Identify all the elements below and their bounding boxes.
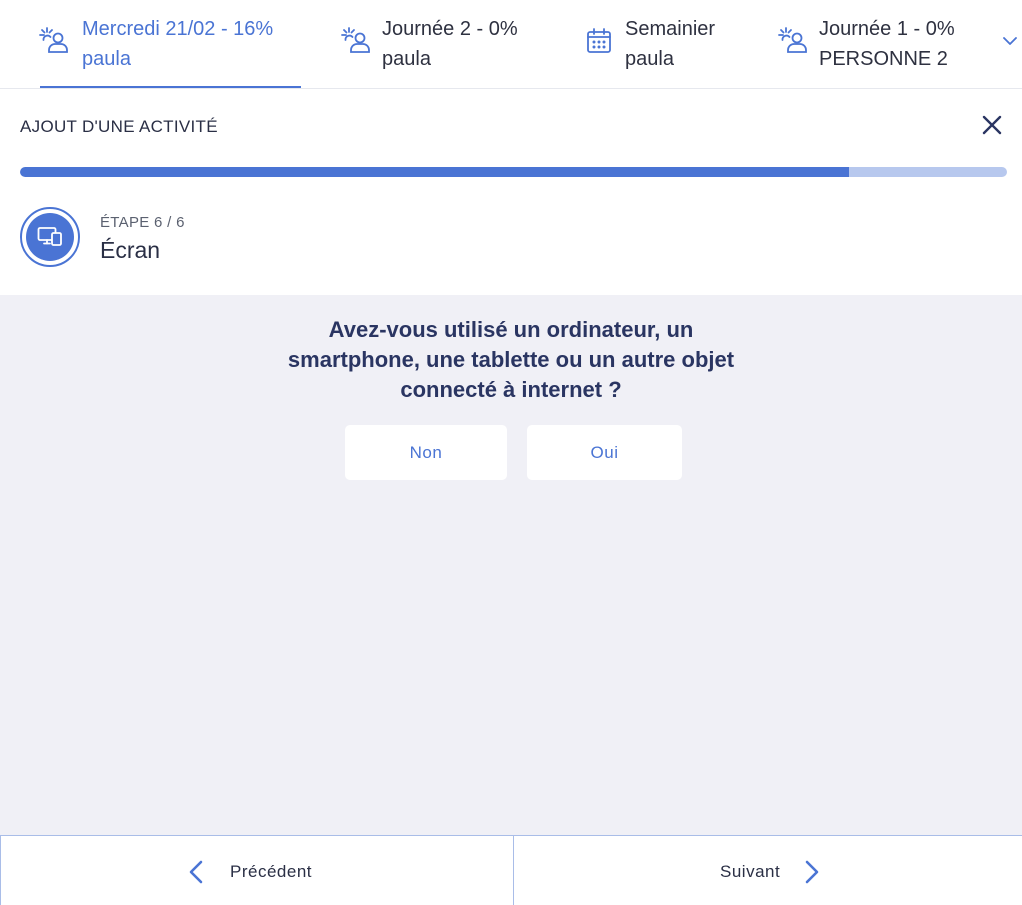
tab-semainier[interactable]: Semainier paula (563, 0, 763, 88)
tab-title: Journée 2 - 0% (382, 18, 518, 40)
step-label: ÉTAPE 6 / 6 (100, 214, 185, 231)
close-icon[interactable] (979, 112, 1005, 138)
question-text: Avez-vous utilisé un ordinateur, un smar… (287, 317, 735, 402)
person-sun-icon (341, 27, 370, 53)
tab-person: paula (625, 48, 674, 70)
step-badge (20, 207, 80, 267)
chevron-right-icon (805, 860, 819, 884)
calendar-icon (587, 28, 611, 53)
tab-person: paula (82, 48, 131, 70)
footer-nav: Précédent Suivant (0, 835, 1022, 905)
panel-title: AJOUT D'UNE ACTIVITÉ (20, 117, 218, 136)
tab-mercredi[interactable]: Mercredi 21/02 - 16% paula (20, 0, 301, 88)
chevron-down-icon[interactable] (999, 30, 1021, 52)
tab-title: Semainier (625, 18, 716, 40)
progress-bar (20, 167, 1007, 177)
next-label: Suivant (720, 862, 781, 881)
question-area: Avez-vous utilisé un ordinateur, un smar… (0, 295, 1022, 835)
tab-title: Journée 1 - 0% (819, 18, 955, 40)
progress-fill (20, 167, 850, 177)
previous-button[interactable]: Précédent (0, 836, 513, 905)
tab-journee-2[interactable]: Journée 2 - 0% paula (320, 0, 560, 88)
step-name: Écran (100, 237, 161, 263)
answer-non-button[interactable]: Non (345, 425, 507, 480)
person-sun-icon (39, 27, 68, 53)
tab-title: Mercredi 21/02 - 16% (82, 18, 274, 40)
tab-person: PERSONNE 2 (819, 48, 948, 70)
answer-oui-button[interactable]: Oui (527, 425, 682, 480)
person-sun-icon (778, 27, 807, 53)
next-button[interactable]: Suivant (514, 836, 1022, 905)
tab-journee-1[interactable]: Journée 1 - 0% PERSONNE 2 (757, 0, 997, 88)
chevron-left-icon (189, 860, 203, 884)
tab-bar: Mercredi 21/02 - 16% paula Journée 2 - 0… (0, 0, 1022, 89)
screen-devices-icon (37, 227, 62, 246)
tab-person: paula (382, 48, 431, 70)
previous-label: Précédent (230, 862, 312, 881)
